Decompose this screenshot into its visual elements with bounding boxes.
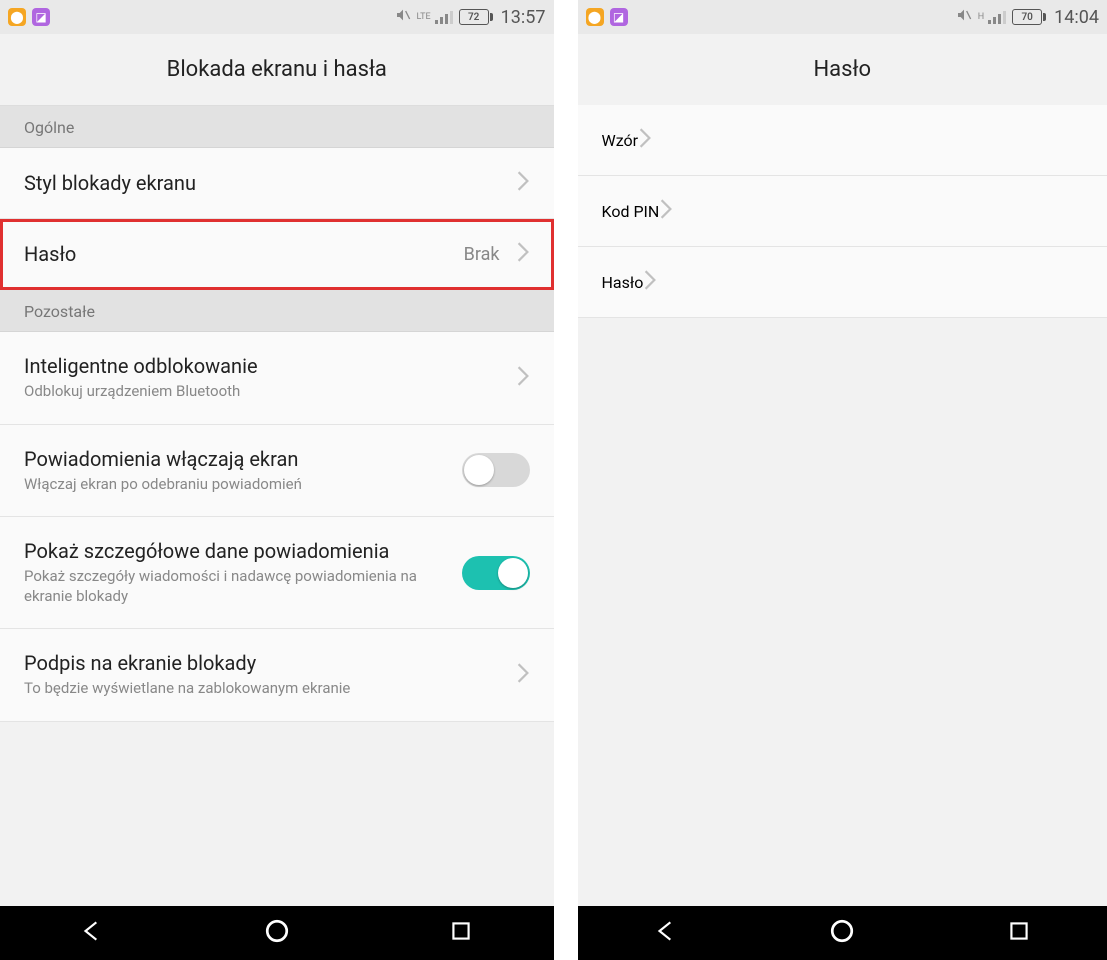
- notif-icon-2: ◪: [610, 8, 628, 26]
- list-other: Inteligentne odblokowanie Odblokuj urząd…: [0, 332, 554, 722]
- row-pass[interactable]: Hasło: [578, 247, 1107, 318]
- nav-home-button[interactable]: [829, 918, 855, 948]
- page-title: Blokada ekranu i hasła: [0, 34, 554, 106]
- network-type: LTE: [417, 13, 431, 22]
- notif-icon-2: ◪: [32, 8, 50, 26]
- row-smart-unlock-title: Inteligentne odblokowanie: [24, 354, 516, 378]
- chevron-right-icon: [516, 241, 530, 267]
- statusbar: ⬤ ◪ LTE 72 13:57: [0, 0, 554, 34]
- chevron-right-icon: [516, 170, 530, 196]
- statusbar: ⬤ ◪ H 70 14:04: [578, 0, 1107, 34]
- row-notif-wake[interactable]: Powiadomienia włączają ekran Włączaj ekr…: [0, 425, 554, 518]
- row-notif-wake-subtitle: Włączaj ekran po odebraniu powiadomień: [24, 475, 462, 495]
- list-passwords-real: Brak Wzór Kod PIN Hasło: [578, 105, 1107, 318]
- android-navbar: [578, 906, 1107, 960]
- signal-icon: [988, 10, 1006, 24]
- statusbar-right: LTE 72 13:57: [395, 7, 546, 28]
- empty-space: [578, 318, 1107, 906]
- nav-recent-button[interactable]: [448, 918, 474, 948]
- battery-icon: 70: [1012, 9, 1046, 25]
- statusbar-left: ⬤ ◪: [586, 8, 628, 26]
- section-general: Ogólne: [0, 106, 554, 148]
- battery-level: 72: [459, 9, 489, 25]
- chevron-right-icon: [516, 662, 530, 688]
- row-smart-unlock[interactable]: Inteligentne odblokowanie Odblokuj urząd…: [0, 332, 554, 425]
- row-pattern-title: Wzór: [602, 131, 639, 150]
- network-type: H: [978, 13, 984, 22]
- row-lock-style[interactable]: Styl blokady ekranu: [0, 148, 554, 219]
- nav-recent-button[interactable]: [1006, 918, 1032, 948]
- mute-icon: [395, 7, 411, 27]
- chevron-right-icon: [638, 127, 652, 153]
- chevron-right-icon: [659, 198, 673, 224]
- row-pin[interactable]: Kod PIN: [578, 176, 1107, 247]
- row-notif-wake-title: Powiadomienia włączają ekran: [24, 447, 462, 471]
- row-password-value: Brak: [464, 244, 500, 265]
- android-navbar: [0, 906, 554, 960]
- row-password-title: Hasło: [24, 242, 464, 266]
- mute-icon: [956, 7, 972, 27]
- row-password[interactable]: Hasło Brak: [0, 219, 554, 290]
- clock: 14:04: [1054, 7, 1099, 28]
- nav-home-button[interactable]: [264, 918, 290, 948]
- phone-left: ⬤ ◪ LTE 72 13:57 Blokada ekranu i hasła …: [0, 0, 554, 960]
- row-lock-signature-subtitle: To będzie wyświetlane na zablokowanym ek…: [24, 679, 516, 699]
- toggle-notif-wake[interactable]: [462, 453, 530, 487]
- row-lock-signature[interactable]: Podpis na ekranie blokady To będzie wyśw…: [0, 629, 554, 722]
- toggle-notif-detail[interactable]: [462, 556, 530, 590]
- row-lock-style-title: Styl blokady ekranu: [24, 171, 516, 195]
- row-notif-detail-subtitle: Pokaż szczegóły wiadomości i nadawcę pow…: [24, 567, 462, 606]
- chevron-right-icon: [643, 269, 657, 295]
- battery-icon: 72: [459, 9, 493, 25]
- clock: 13:57: [501, 7, 546, 28]
- empty-space: [0, 722, 554, 907]
- notif-icon-1: ⬤: [8, 8, 26, 26]
- battery-level: 70: [1012, 9, 1042, 25]
- section-other: Pozostałe: [0, 290, 554, 332]
- nav-back-button[interactable]: [79, 918, 105, 948]
- list-general: Styl blokady ekranu Hasło Brak: [0, 148, 554, 290]
- row-pattern[interactable]: Wzór: [578, 105, 1107, 176]
- chevron-right-icon: [516, 365, 530, 391]
- nav-back-button[interactable]: [653, 918, 679, 948]
- row-notif-detail-title: Pokaż szczegółowe dane powiadomienia: [24, 539, 462, 563]
- row-lock-signature-title: Podpis na ekranie blokady: [24, 651, 516, 675]
- phone-right: ⬤ ◪ H 70 14:04 Hasło Brak: [554, 0, 1107, 960]
- row-pass-title: Hasło: [602, 273, 644, 292]
- row-smart-unlock-subtitle: Odblokuj urządzeniem Bluetooth: [24, 382, 516, 402]
- row-pin-title: Kod PIN: [602, 202, 660, 221]
- row-notif-detail[interactable]: Pokaż szczegółowe dane powiadomienia Pok…: [0, 517, 554, 629]
- page-title: Hasło: [578, 34, 1107, 106]
- signal-icon: [435, 10, 453, 24]
- statusbar-right: H 70 14:04: [956, 7, 1099, 28]
- statusbar-left: ⬤ ◪: [8, 8, 50, 26]
- notif-icon-1: ⬤: [586, 8, 604, 26]
